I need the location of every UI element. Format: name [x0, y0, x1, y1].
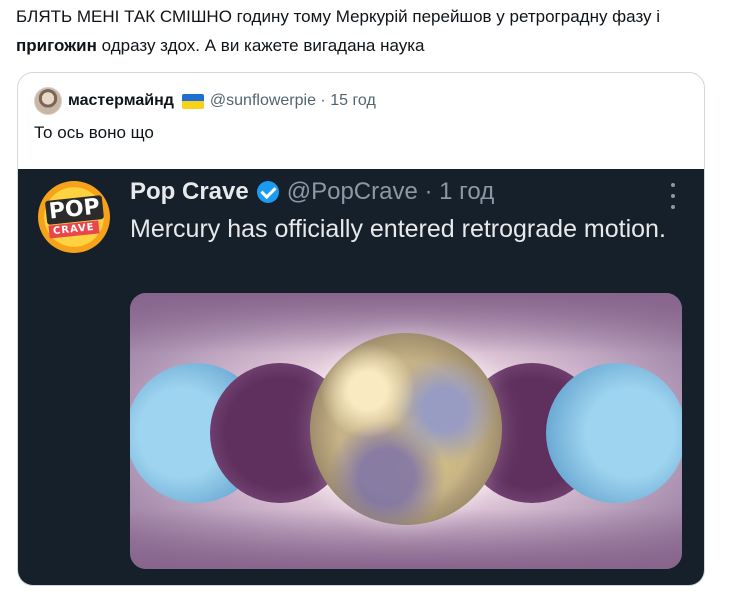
tweet-text-part1: БЛЯТЬ МЕНІ ТАК СМІШНО годину тому Меркур…: [16, 7, 661, 26]
quoted-tweet-text: То ось воно що: [34, 123, 154, 142]
embedded-tweet-text: Mercury has officially entered retrograd…: [130, 215, 666, 243]
quoted-author-name[interactable]: мастермайнд: [68, 92, 174, 110]
tweet-text: БЛЯТЬ МЕНІ ТАК СМІШНО годину тому Меркур…: [16, 2, 716, 60]
pop-crave-logo: POP CRAVE: [38, 181, 110, 253]
verified-badge-icon: [256, 181, 279, 203]
mercury-planet: [310, 333, 502, 525]
ukraine-flag-icon: [181, 93, 204, 109]
quoted-author-handle-time[interactable]: @sunflowerpie · 15 год: [210, 92, 376, 110]
tweet-text-part2: одразу здох. А ви кажете вигадана наука: [96, 36, 425, 55]
embedded-header: Pop Crave @PopCrave · 1 год: [130, 175, 494, 209]
more-options-icon: [670, 183, 676, 209]
embedded-author-handle-time: @PopCrave · 1 год: [286, 178, 495, 205]
embedded-author-name: Pop Crave: [130, 178, 249, 205]
tweet-bold-word: пригожин: [16, 36, 97, 55]
avatar[interactable]: [34, 87, 62, 115]
mercury-artwork-image: [130, 293, 682, 569]
quoted-tweet-header: мастермайнд @sunflowerpie · 15 год: [34, 87, 376, 115]
quoted-tweet-card[interactable]: мастермайнд @sunflowerpie · 15 год То ос…: [17, 72, 705, 586]
right-blue-circle: [546, 363, 682, 503]
embedded-screenshot[interactable]: POP CRAVE Pop Crave @PopCrave · 1 год Me…: [18, 169, 704, 585]
